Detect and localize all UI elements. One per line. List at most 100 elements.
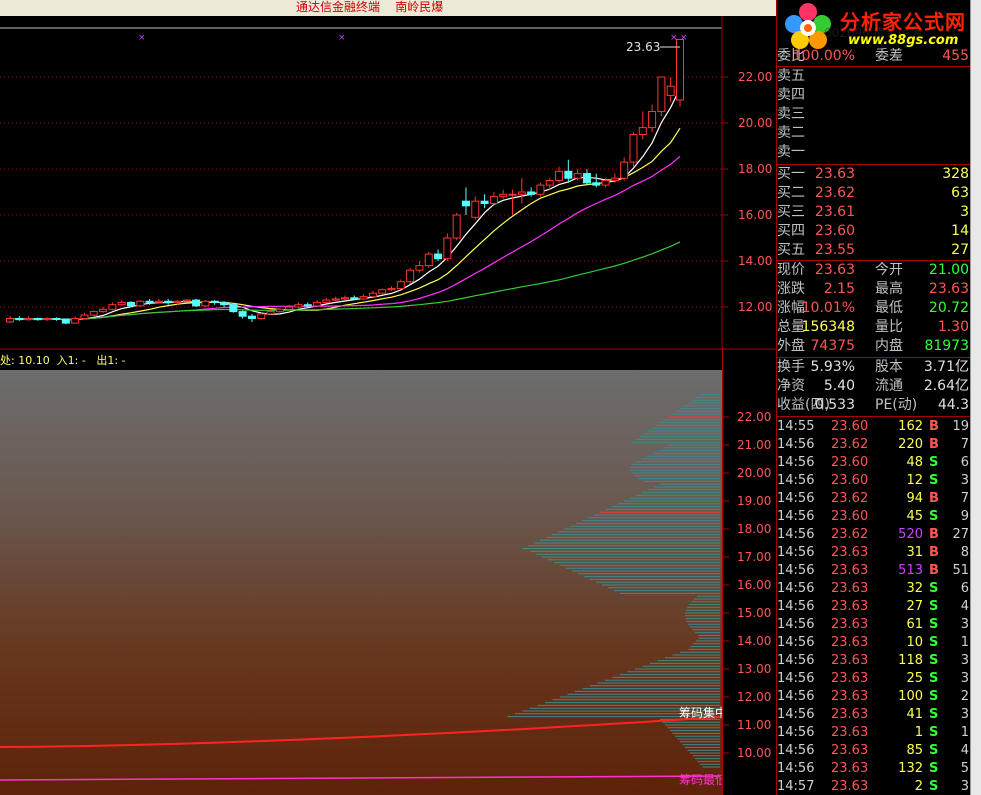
tick-count: 3 — [960, 653, 969, 668]
tick-time: 14:56 — [777, 581, 815, 596]
stat-row: 总量 156348 量比 1.30 — [777, 318, 971, 337]
chip-price-label: 16.00 — [737, 578, 771, 592]
finance-value: 5.40 — [823, 378, 855, 394]
tick-direction: S — [929, 617, 939, 632]
tick-price: 23.60 — [831, 455, 869, 470]
buy-level-row: 买一 23.63 328 — [777, 165, 971, 184]
candle-body — [387, 288, 396, 291]
tick-volume: 32 — [906, 581, 923, 596]
stat-label: 今开 — [875, 262, 903, 278]
stat-value: 23.63 — [928, 281, 969, 297]
candle-body — [164, 300, 173, 303]
tick-direction: B — [929, 527, 939, 542]
stat-row: 外盘 74375 内盘 81973 — [777, 337, 971, 356]
chip-distribution-panel[interactable]: 筹码集中 筹码最低 — [0, 370, 727, 795]
sell-level-label: 卖二 — [777, 125, 805, 141]
finance-row: 换手 5.93% 股本 3.71亿 — [777, 358, 971, 377]
tick-row: 14:56 23.63 41 S 3 — [777, 706, 971, 724]
sell-level-row: 卖三 — [777, 105, 971, 124]
stat-value: 81973 — [924, 338, 969, 354]
candle-body — [601, 180, 610, 186]
tick-volume: 118 — [898, 653, 923, 668]
chip-lowest-label: 筹码最低 — [679, 773, 722, 787]
tick-row: 14:56 23.63 25 S 3 — [777, 670, 971, 688]
signal-marker: × — [670, 33, 678, 43]
tick-time: 14:56 — [777, 689, 815, 704]
stat-row: 涨跌 2.15 最高 23.63 — [777, 280, 971, 299]
candle-body — [33, 318, 42, 321]
stat-value: 23.63 — [814, 262, 855, 278]
candle-body — [80, 314, 89, 319]
tick-price: 23.63 — [831, 743, 869, 758]
tick-price: 23.60 — [831, 473, 869, 488]
finance-label: 流通 — [875, 378, 903, 394]
chip-price-label: 14.00 — [737, 634, 771, 648]
tick-price: 23.63 — [831, 779, 869, 794]
candle-body — [620, 161, 629, 179]
kline-chart[interactable]: 22.00 20.00 18.00 16.00 14.00 12.00 23.63 × × × × — [0, 16, 776, 350]
indicator-text: 处: 10.10 入1: - 出1: - — [0, 354, 126, 367]
tick-count: 19 — [952, 419, 969, 434]
tick-count: 27 — [952, 527, 969, 542]
tick-time: 14:56 — [777, 635, 815, 650]
candle-body — [676, 39, 684, 101]
tick-time: 14:56 — [777, 509, 815, 524]
tick-price: 23.63 — [831, 599, 869, 614]
tick-volume: 220 — [898, 437, 923, 452]
tick-time: 14:56 — [777, 725, 815, 740]
tick-volume: 2 — [914, 779, 923, 794]
finance-label: 净资 — [777, 378, 805, 394]
candle-body — [341, 297, 349, 300]
sell-level-row: 卖四 — [777, 86, 971, 105]
sell-level-label: 卖一 — [777, 144, 805, 160]
tick-volume: 10 — [906, 635, 923, 650]
candle-body — [350, 297, 359, 300]
tick-direction: S — [929, 635, 939, 650]
candle-body — [378, 289, 387, 294]
candle-body — [89, 311, 98, 316]
tick-direction: B — [929, 563, 939, 578]
buy-level-volume: 63 — [951, 185, 969, 201]
candle-body — [247, 315, 256, 320]
tick-volume: 41 — [906, 707, 923, 722]
price-axis-label: 18.00 — [738, 162, 772, 176]
buy-level-price: 23.60 — [814, 223, 855, 239]
tick-count: 2 — [960, 689, 969, 704]
tick-row: 14:56 23.60 45 S 9 — [777, 508, 971, 526]
tick-time: 14:56 — [777, 707, 815, 722]
tick-time: 14:56 — [777, 455, 815, 470]
buy-level-row: 买四 23.60 14 — [777, 222, 971, 241]
buy-level-label: 买五 — [777, 242, 805, 258]
candle-body — [210, 300, 219, 303]
tick-price: 23.60 — [831, 509, 869, 524]
tick-time: 14:56 — [777, 545, 815, 560]
tick-count: 1 — [960, 725, 969, 740]
tick-direction: S — [929, 743, 939, 758]
chip-price-label: 22.00 — [737, 410, 771, 424]
window-title: 通达信金融终端 南岭民爆 — [296, 0, 444, 14]
candle-body — [238, 311, 247, 317]
tick-direction: S — [929, 653, 939, 668]
tick-row: 14:56 23.63 132 S 5 — [777, 760, 971, 778]
tick-count: 4 — [960, 599, 969, 614]
tick-time: 14:56 — [777, 563, 815, 578]
stat-value: 74375 — [810, 338, 855, 354]
finance-value: 5.93% — [810, 359, 855, 375]
tick-direction: S — [929, 761, 939, 776]
tick-direction: S — [929, 599, 939, 614]
sell-level-label: 卖四 — [777, 87, 805, 103]
side-toolbar[interactable] — [970, 0, 981, 795]
chip-price-label: 10.00 — [737, 746, 771, 760]
chip-price-label: 11.00 — [737, 718, 771, 732]
tick-price: 23.62 — [831, 491, 869, 506]
tick-count: 7 — [960, 491, 969, 506]
low-cost-line — [0, 775, 721, 781]
candle-body — [527, 191, 536, 195]
tick-row: 14:56 23.63 85 S 4 — [777, 742, 971, 760]
candle-body — [573, 173, 582, 179]
tick-row: 14:56 23.60 48 S 6 — [777, 454, 971, 472]
tick-time: 14:57 — [777, 779, 815, 794]
indicator-bar: 处: 10.10 入1: - 出1: - — [0, 350, 722, 370]
candle-body — [508, 193, 517, 196]
tick-volume: 48 — [906, 455, 923, 470]
